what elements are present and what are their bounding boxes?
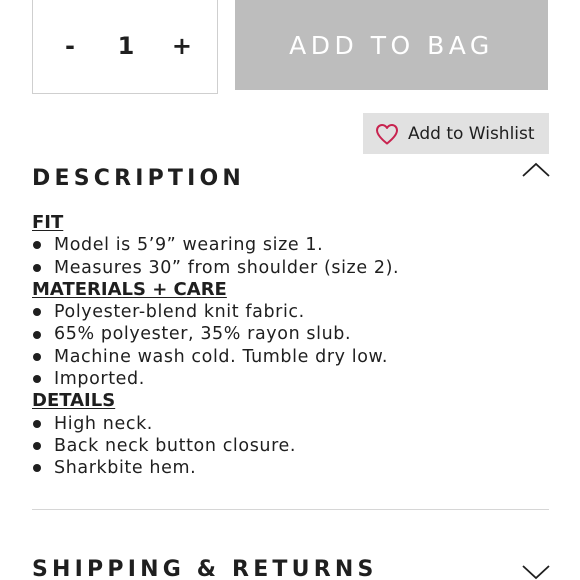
quantity-value: 1	[117, 31, 135, 60]
description-heading[interactable]: DESCRIPTION	[32, 166, 245, 191]
quantity-decrement-button[interactable]: -	[59, 34, 81, 58]
bullet-icon	[33, 352, 41, 361]
section-divider	[32, 509, 549, 510]
list-item: Polyester-blend knit fabric.	[32, 301, 552, 323]
quantity-increment-button[interactable]: +	[171, 34, 193, 58]
chevron-down-icon[interactable]	[521, 563, 551, 580]
list-item-text: Machine wash cold. Tumble dry low.	[54, 346, 388, 367]
list-item: 65% polyester, 35% rayon slub.	[32, 323, 552, 345]
chevron-up-icon[interactable]	[521, 161, 551, 179]
bullet-icon	[33, 442, 41, 451]
heart-icon	[376, 123, 398, 144]
add-to-bag-button[interactable]: ADD TO BAG	[235, 0, 548, 90]
list-item: Model is 5’9” wearing size 1.	[32, 234, 552, 256]
list-item-text: Model is 5’9” wearing size 1.	[54, 235, 324, 256]
bullet-icon	[33, 419, 41, 428]
list-item: Back neck button closure.	[32, 435, 552, 457]
list-item: Imported.	[32, 368, 552, 390]
description-body: FIT Model is 5’9” wearing size 1. Measur…	[32, 212, 552, 480]
list-item: High neck.	[32, 413, 552, 435]
shipping-returns-heading[interactable]: SHIPPING & RETURNS	[32, 557, 378, 580]
bullet-icon	[33, 263, 41, 272]
quantity-stepper: - 1 +	[32, 0, 218, 94]
list-item-text: Back neck button closure.	[54, 435, 297, 456]
list-item: Measures 30” from shoulder (size 2).	[32, 257, 552, 279]
product-details-page: - 1 + ADD TO BAG Add to Wishlist DESCRIP…	[0, 0, 580, 580]
list-item-text: Imported.	[54, 369, 145, 390]
bullet-icon	[33, 375, 41, 384]
list-item: Sharkbite hem.	[32, 457, 552, 479]
list-item-text: High neck.	[54, 413, 153, 434]
list-item-text: Measures 30” from shoulder (size 2).	[54, 257, 400, 278]
list-item-text: 65% polyester, 35% rayon slub.	[54, 324, 352, 345]
section-heading-details: DETAILS	[32, 390, 116, 412]
add-to-wishlist-button[interactable]: Add to Wishlist	[363, 113, 549, 154]
bullet-icon	[33, 464, 41, 473]
bullet-icon	[33, 330, 41, 339]
list-item: Machine wash cold. Tumble dry low.	[32, 346, 552, 368]
list-item-text: Sharkbite hem.	[54, 458, 197, 479]
bullet-icon	[33, 241, 41, 250]
section-heading-materials-care: MATERIALS + CARE	[32, 278, 227, 300]
wishlist-label: Add to Wishlist	[408, 123, 535, 144]
list-item-text: Polyester-blend knit fabric.	[54, 302, 305, 323]
section-heading-fit: FIT	[32, 212, 64, 233]
bullet-icon	[33, 308, 41, 317]
